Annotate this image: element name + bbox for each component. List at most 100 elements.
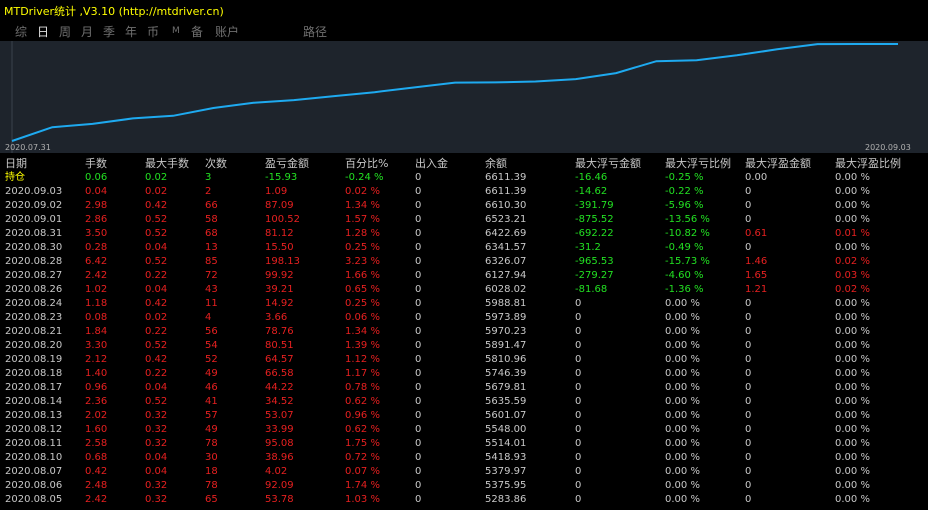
table-row[interactable]: 2020.08.05 2.42 0.32 65 53.78 1.03 % 0 5283.86 0… [0,493,928,507]
cell-balance: 5679.81 [485,382,527,393]
cell-max-lots: 0.02 [145,312,168,323]
cell-percent: 0.25 % [345,242,380,253]
table-row[interactable]: 2020.08.31 3.50 0.52 68 81.12 1.28 % 0 6422.69 -… [0,227,928,241]
table-row[interactable]: 2020.08.12 1.60 0.32 49 33.99 0.62 % 0 5548.00 0… [0,423,928,437]
tab-summary[interactable]: 综 [15,23,27,40]
tab-account[interactable]: 账户 [215,23,239,40]
cell-max-float-profit-pct: 0.00 % [835,438,870,449]
cell-balance: 6341.57 [485,242,527,253]
cell-profit: 64.57 [265,354,294,365]
table-row[interactable]: 2020.08.26 1.02 0.04 43 39.21 0.65 % 0 6028.02 -… [0,283,928,297]
table-row[interactable]: 2020.08.20 3.30 0.52 54 80.51 1.39 % 0 5891.47 0… [0,339,928,353]
tab-path[interactable]: 路径 [303,23,327,40]
table-row[interactable]: 2020.08.14 2.36 0.52 41 34.52 0.62 % 0 5635.59 0… [0,395,928,409]
tab-week[interactable]: 周 [59,23,71,40]
table-row[interactable]: 2020.08.21 1.84 0.22 56 78.76 1.34 % 0 5970.23 0… [0,325,928,339]
cell-max-float-profit-pct: 0.00 % [835,242,870,253]
cell-date: 2020.08.20 [5,340,63,351]
cell-max-float-profit: 0 [745,480,752,491]
table-row[interactable]: 2020.08.23 0.08 0.02 4 3.66 0.06 % 0 5973.89 0 0.… [0,311,928,325]
table-row[interactable]: 2020.08.10 0.68 0.04 30 38.96 0.72 % 0 5418.93 0… [0,451,928,465]
table-row[interactable]: 2020.08.18 1.40 0.22 49 66.58 1.17 % 0 5746.39 0… [0,367,928,381]
cell-date: 2020.08.11 [5,438,63,449]
cell-max-float-loss: -391.79 [575,200,614,211]
tab-day[interactable]: 日 [37,23,49,40]
cell-max-lots: 0.52 [145,256,168,267]
cell-count: 次数 [205,157,227,170]
tab-year[interactable]: 年 [125,23,137,40]
cell-max-float-loss: 0 [575,466,582,477]
table-row[interactable]: 2020.08.06 2.48 0.32 78 92.09 1.74 % 0 5375.95 0… [0,479,928,493]
cell-count: 85 [205,256,218,267]
table-row[interactable]: 2020.08.13 2.02 0.32 57 53.07 0.96 % 0 5601.07 0… [0,409,928,423]
table-row[interactable]: 2020.09.01 2.86 0.52 58 100.52 1.57 % 0 6523.21… [0,213,928,227]
cell-lots: 2.86 [85,214,108,225]
cell-count: 30 [205,452,218,463]
cell-profit: 95.08 [265,438,294,449]
table-header[interactable]: 日期 手数 最大手数 次数 盈亏金额 百分比% 出入金 余额 最大浮亏金额 最大浮亏比例 最大浮盈金… [0,157,928,171]
cell-max-float-loss: -81.68 [575,284,608,295]
table-row[interactable]: 2020.08.19 2.12 0.42 52 64.57 1.12 % 0 5810.96 0… [0,353,928,367]
cell-max-float-profit: 1.46 [745,256,768,267]
tab-month[interactable]: 月 [81,23,93,40]
tab-quarter[interactable]: 季 [103,23,115,40]
cell-percent: 1.34 % [345,200,380,211]
table-row[interactable]: 2020.08.28 6.42 0.52 85 198.13 3.23 % 0 6326.07… [0,255,928,269]
cell-percent: 0.65 % [345,284,380,295]
table-row[interactable]: 2020.08.07 0.42 0.04 18 4.02 0.07 % 0 5379.97 0 0… [0,465,928,479]
cell-max-lots: 0.22 [145,326,168,337]
cell-max-lots: 0.52 [145,396,168,407]
equity-chart: 2020.07.31 2020.09.03 [0,41,928,153]
cell-max-float-profit-pct: 0.00 % [835,354,870,365]
holding-row[interactable]: 持仓 0.06 0.02 3 -15.93 -0.24 % 0 6611.39 -16.46 -0… [0,171,928,185]
cell-count: 57 [205,410,218,421]
cell-max-lots: 0.32 [145,480,168,491]
cell-count: 68 [205,228,218,239]
cell-max-float-loss-pct: 0.00 % [665,452,700,463]
cell-count: 78 [205,438,218,449]
tab-note[interactable]: 备 [191,23,203,40]
cell-deposit: 0 [415,466,422,477]
cell-percent: 1.34 % [345,326,380,337]
table-row[interactable]: 2020.08.11 2.58 0.32 78 95.08 1.75 % 0 5514.01 0… [0,437,928,451]
tab-magic[interactable]: M [172,26,180,36]
cell-percent: 1.28 % [345,228,380,239]
cell-max-float-profit-pct: 0.00 % [835,298,870,309]
cell-profit: 1.09 [265,186,288,197]
cell-percent: 1.74 % [345,480,380,491]
cell-date: 2020.08.19 [5,354,63,365]
table-row[interactable]: 2020.09.02 2.98 0.42 66 87.09 1.34 % 0 6610.30 -… [0,199,928,213]
cell-percent: 1.57 % [345,214,380,225]
cell-max-lots: 0.42 [145,200,168,211]
cell-balance: 5891.47 [485,340,527,351]
cell-percent: 0.72 % [345,452,380,463]
cell-date: 2020.08.12 [5,424,63,435]
cell-max-lots: 0.52 [145,340,168,351]
tab-currency[interactable]: 币 [147,23,159,40]
cell-max-float-loss-pct: 0.00 % [665,438,700,449]
table-row[interactable]: 2020.08.24 1.18 0.42 11 14.92 0.25 % 0 5988.81 0… [0,297,928,311]
table-row[interactable]: 2020.09.03 0.04 0.02 2 1.09 0.02 % 0 6611.39 -14… [0,185,928,199]
table-row[interactable]: 2020.08.27 2.42 0.22 72 99.92 1.66 % 0 6127.94 -… [0,269,928,283]
cell-max-float-profit: 0 [745,382,752,393]
cell-balance: 5635.59 [485,396,527,407]
cell-deposit: 0 [415,368,422,379]
cell-date: 2020.08.28 [5,256,63,267]
cell-max-float-loss-pct: -0.22 % [665,186,704,197]
cell-max-float-loss: -965.53 [575,256,614,267]
cell-lots: 2.58 [85,438,108,449]
cell-max-float-profit: 0 [745,466,752,477]
cell-date: 2020.09.03 [5,186,63,197]
table-row[interactable]: 2020.08.30 0.28 0.04 13 15.50 0.25 % 0 6341.57 -… [0,241,928,255]
cell-count: 4 [205,312,212,323]
cell-date: 2020.08.06 [5,480,63,491]
table-row[interactable]: 2020.08.17 0.96 0.04 46 44.22 0.78 % 0 5679.81 0… [0,381,928,395]
cell-count: 13 [205,242,218,253]
cell-max-float-profit-pct: 0.00 % [835,172,870,183]
cell-count: 56 [205,326,218,337]
cell-max-float-profit-pct: 0.00 % [835,186,870,197]
cell-max-float-loss-pct: 0.00 % [665,424,700,435]
cell-max-float-loss-pct: 0.00 % [665,326,700,337]
cell-profit: 92.09 [265,480,294,491]
cell-max-float-loss-pct: 0.00 % [665,354,700,365]
